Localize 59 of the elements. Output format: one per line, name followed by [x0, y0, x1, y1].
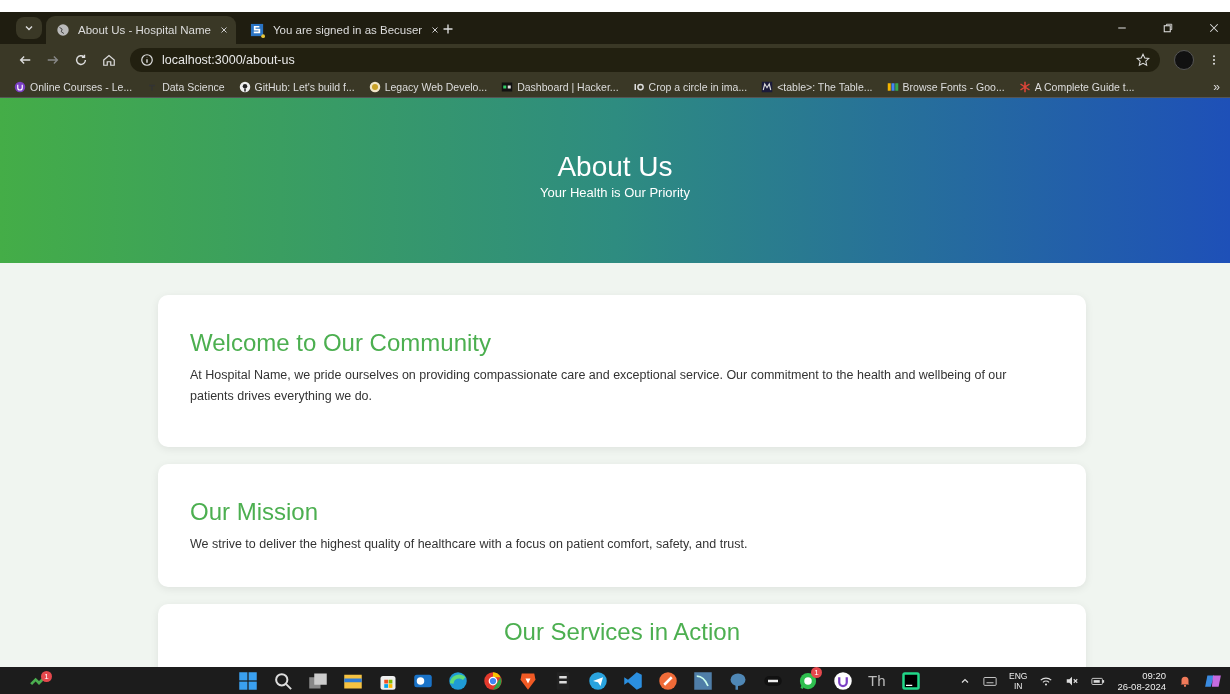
paper-plane-icon	[588, 670, 608, 691]
circle-app-icon	[483, 670, 503, 691]
language-indicator[interactable]: ENG	[1008, 670, 1028, 681]
section-heading: Our Mission	[190, 498, 320, 526]
info-icon	[140, 53, 154, 67]
bookmark[interactable]: A Complete Guide t...	[1034, 80, 1135, 93]
course-icon	[14, 80, 26, 93]
notification-badge: 1	[41, 671, 52, 682]
asterisk-icon	[1018, 80, 1031, 93]
bookmarks-overflow[interactable]: »	[1213, 79, 1220, 94]
ide-icon	[900, 670, 921, 691]
forward-icon	[46, 53, 60, 67]
close-icon	[218, 25, 229, 35]
notification-badge: 1	[811, 666, 822, 678]
browser-tab[interactable]: You are signed in as Becuser	[240, 16, 430, 44]
close-icon	[1208, 22, 1220, 34]
bookmark[interactable]: Crop a circle in ima...	[648, 80, 748, 93]
wave-icon	[448, 670, 468, 691]
fonts-icon	[886, 80, 899, 93]
close-icon	[430, 25, 441, 35]
pen-icon	[658, 670, 678, 691]
bookmark[interactable]: Dashboard | Hacker...	[517, 80, 619, 93]
app-label[interactable]: Th	[868, 672, 886, 689]
region-indicator[interactable]: IN	[1013, 680, 1023, 691]
star-icon	[1136, 53, 1150, 67]
s-logo-icon	[250, 22, 265, 38]
bookmark[interactable]: Legacy Web Develo...	[384, 80, 488, 93]
bookmark[interactable]: <table>: The Table...	[777, 80, 873, 93]
reload-icon	[74, 53, 88, 67]
browser-tab[interactable]: About Us - Hospital Name	[46, 16, 236, 44]
m-icon	[761, 80, 774, 93]
search-icon	[273, 670, 293, 691]
section-text: We strive to deliver the highest quality of healthcare with a focus on patient comfort, safety, and trust.	[190, 536, 749, 553]
bookmark[interactable]: Browse Fonts - Goo...	[902, 80, 1005, 93]
windows-icon	[238, 670, 258, 691]
page-title: About Us	[557, 151, 673, 183]
tab-list-button[interactable]	[16, 17, 42, 39]
restore-icon	[1162, 22, 1174, 34]
globe-icon	[56, 23, 70, 37]
address-bar[interactable]: localhost:3000/about-us	[130, 48, 1160, 72]
new-tab-icon	[442, 23, 454, 35]
back-icon	[18, 53, 32, 67]
clock-date[interactable]: 26-08-2024	[1117, 680, 1166, 692]
clock-time[interactable]: 09:20	[1142, 669, 1166, 681]
badge-icon	[368, 80, 381, 93]
bookmark[interactable]: GitHub: Let's build f...	[254, 80, 355, 93]
section-text: At Hospital Name, we pride ourselves on providing compassionate care and exceptional service. Our commitment to the health and wellbeing of our patients drives everything we do.	[190, 367, 1008, 405]
u-logo-icon	[833, 670, 853, 691]
bookmark[interactable]: Data Science	[162, 80, 225, 93]
cat-icon	[238, 80, 251, 93]
bookmark[interactable]: Online Courses - Le...	[30, 80, 133, 93]
code-editor-icon	[623, 670, 643, 691]
chat-icon	[798, 670, 818, 691]
section-heading: Welcome to Our Community	[190, 329, 492, 357]
section-heading: Our Services in Action	[502, 618, 742, 646]
page-subtitle: Your Health is Our Priority	[540, 185, 690, 200]
dolphin-icon	[693, 670, 713, 691]
dashboard-icon	[501, 80, 514, 93]
home-icon	[102, 53, 116, 67]
